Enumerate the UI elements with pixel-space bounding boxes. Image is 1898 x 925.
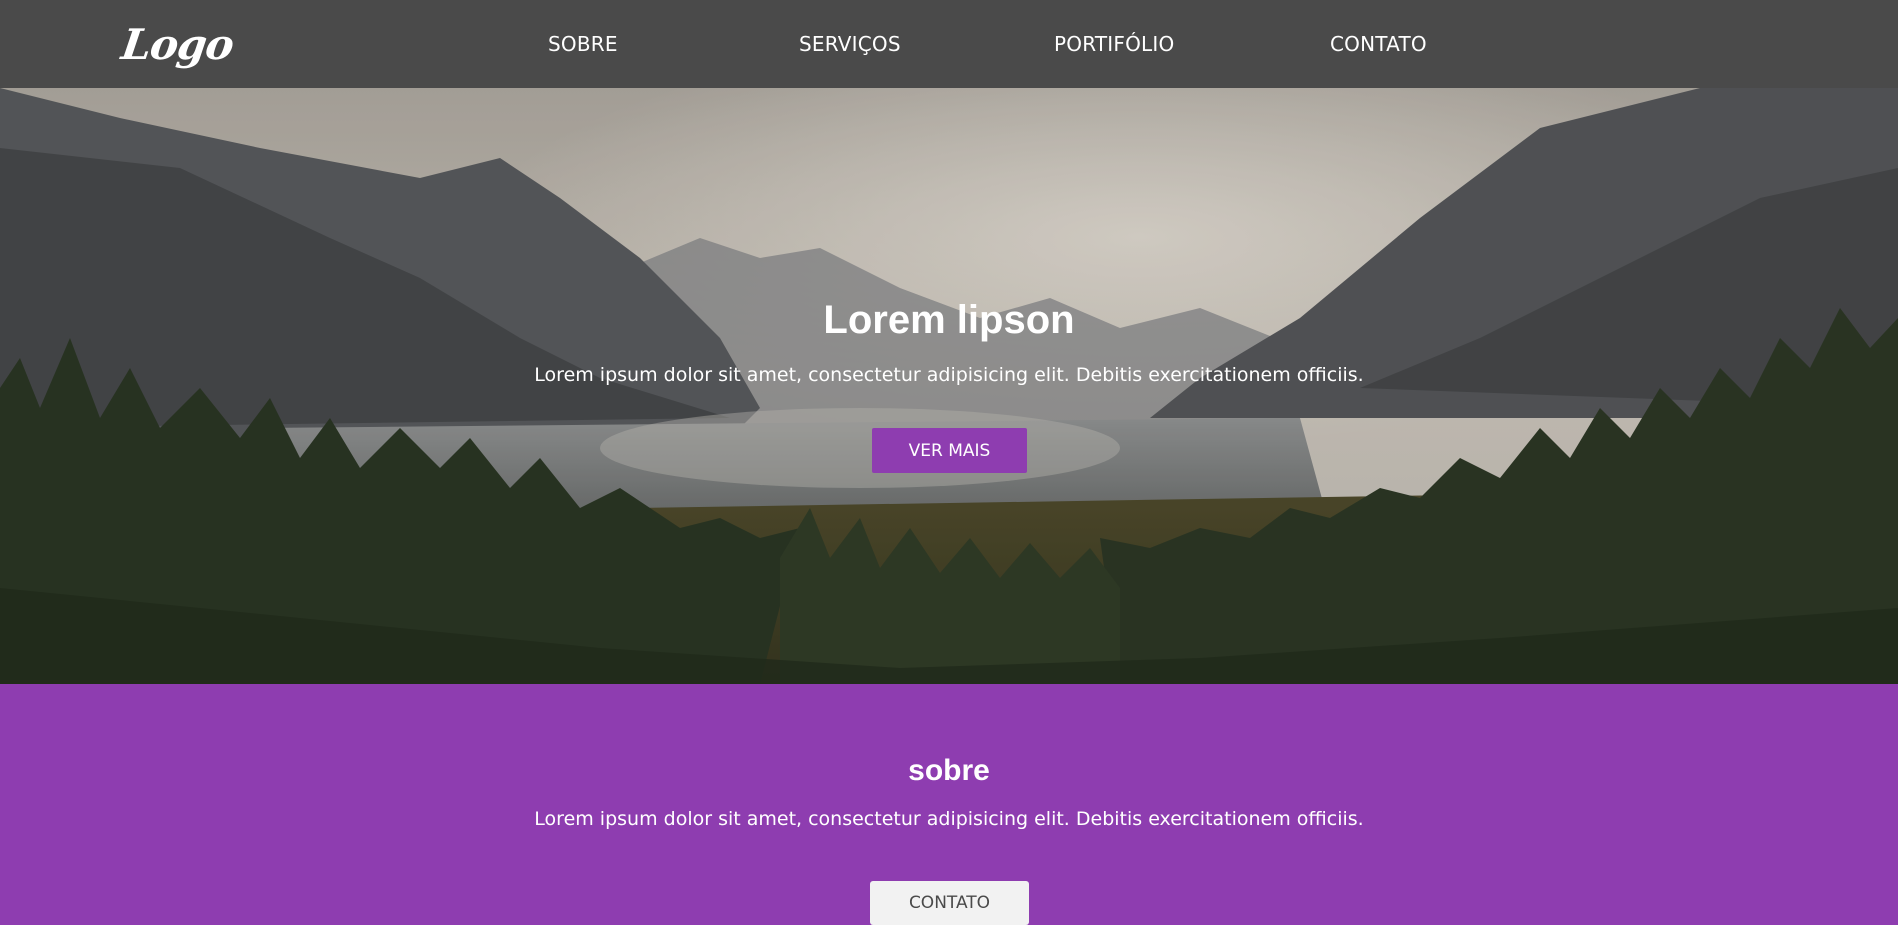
site-header: Logo SOBRE SERVIÇOS PORTIFÓLIO CONTATO [0, 0, 1898, 88]
nav-item-portfolio[interactable]: PORTIFÓLIO [1054, 32, 1174, 56]
nav-item-sobre[interactable]: SOBRE [548, 32, 618, 56]
logo[interactable]: Logo [119, 20, 237, 69]
ver-mais-button[interactable]: VER MAIS [872, 428, 1027, 473]
hero-title: Lorem lipson [823, 298, 1075, 342]
nav-item-servicos[interactable]: SERVIÇOS [799, 32, 901, 56]
about-section: sobre Lorem ipsum dolor sit amet, consec… [0, 684, 1898, 925]
hero-description: Lorem ipsum dolor sit amet, consectetur … [534, 364, 1364, 386]
contato-button[interactable]: CONTATO [870, 881, 1029, 925]
hero-overlay [0, 88, 1898, 684]
about-title: sobre [908, 754, 990, 787]
about-description: Lorem ipsum dolor sit amet, consectetur … [534, 808, 1364, 830]
nav-item-contato[interactable]: CONTATO [1330, 32, 1427, 56]
hero-section: Lorem lipson Lorem ipsum dolor sit amet,… [0, 88, 1898, 684]
